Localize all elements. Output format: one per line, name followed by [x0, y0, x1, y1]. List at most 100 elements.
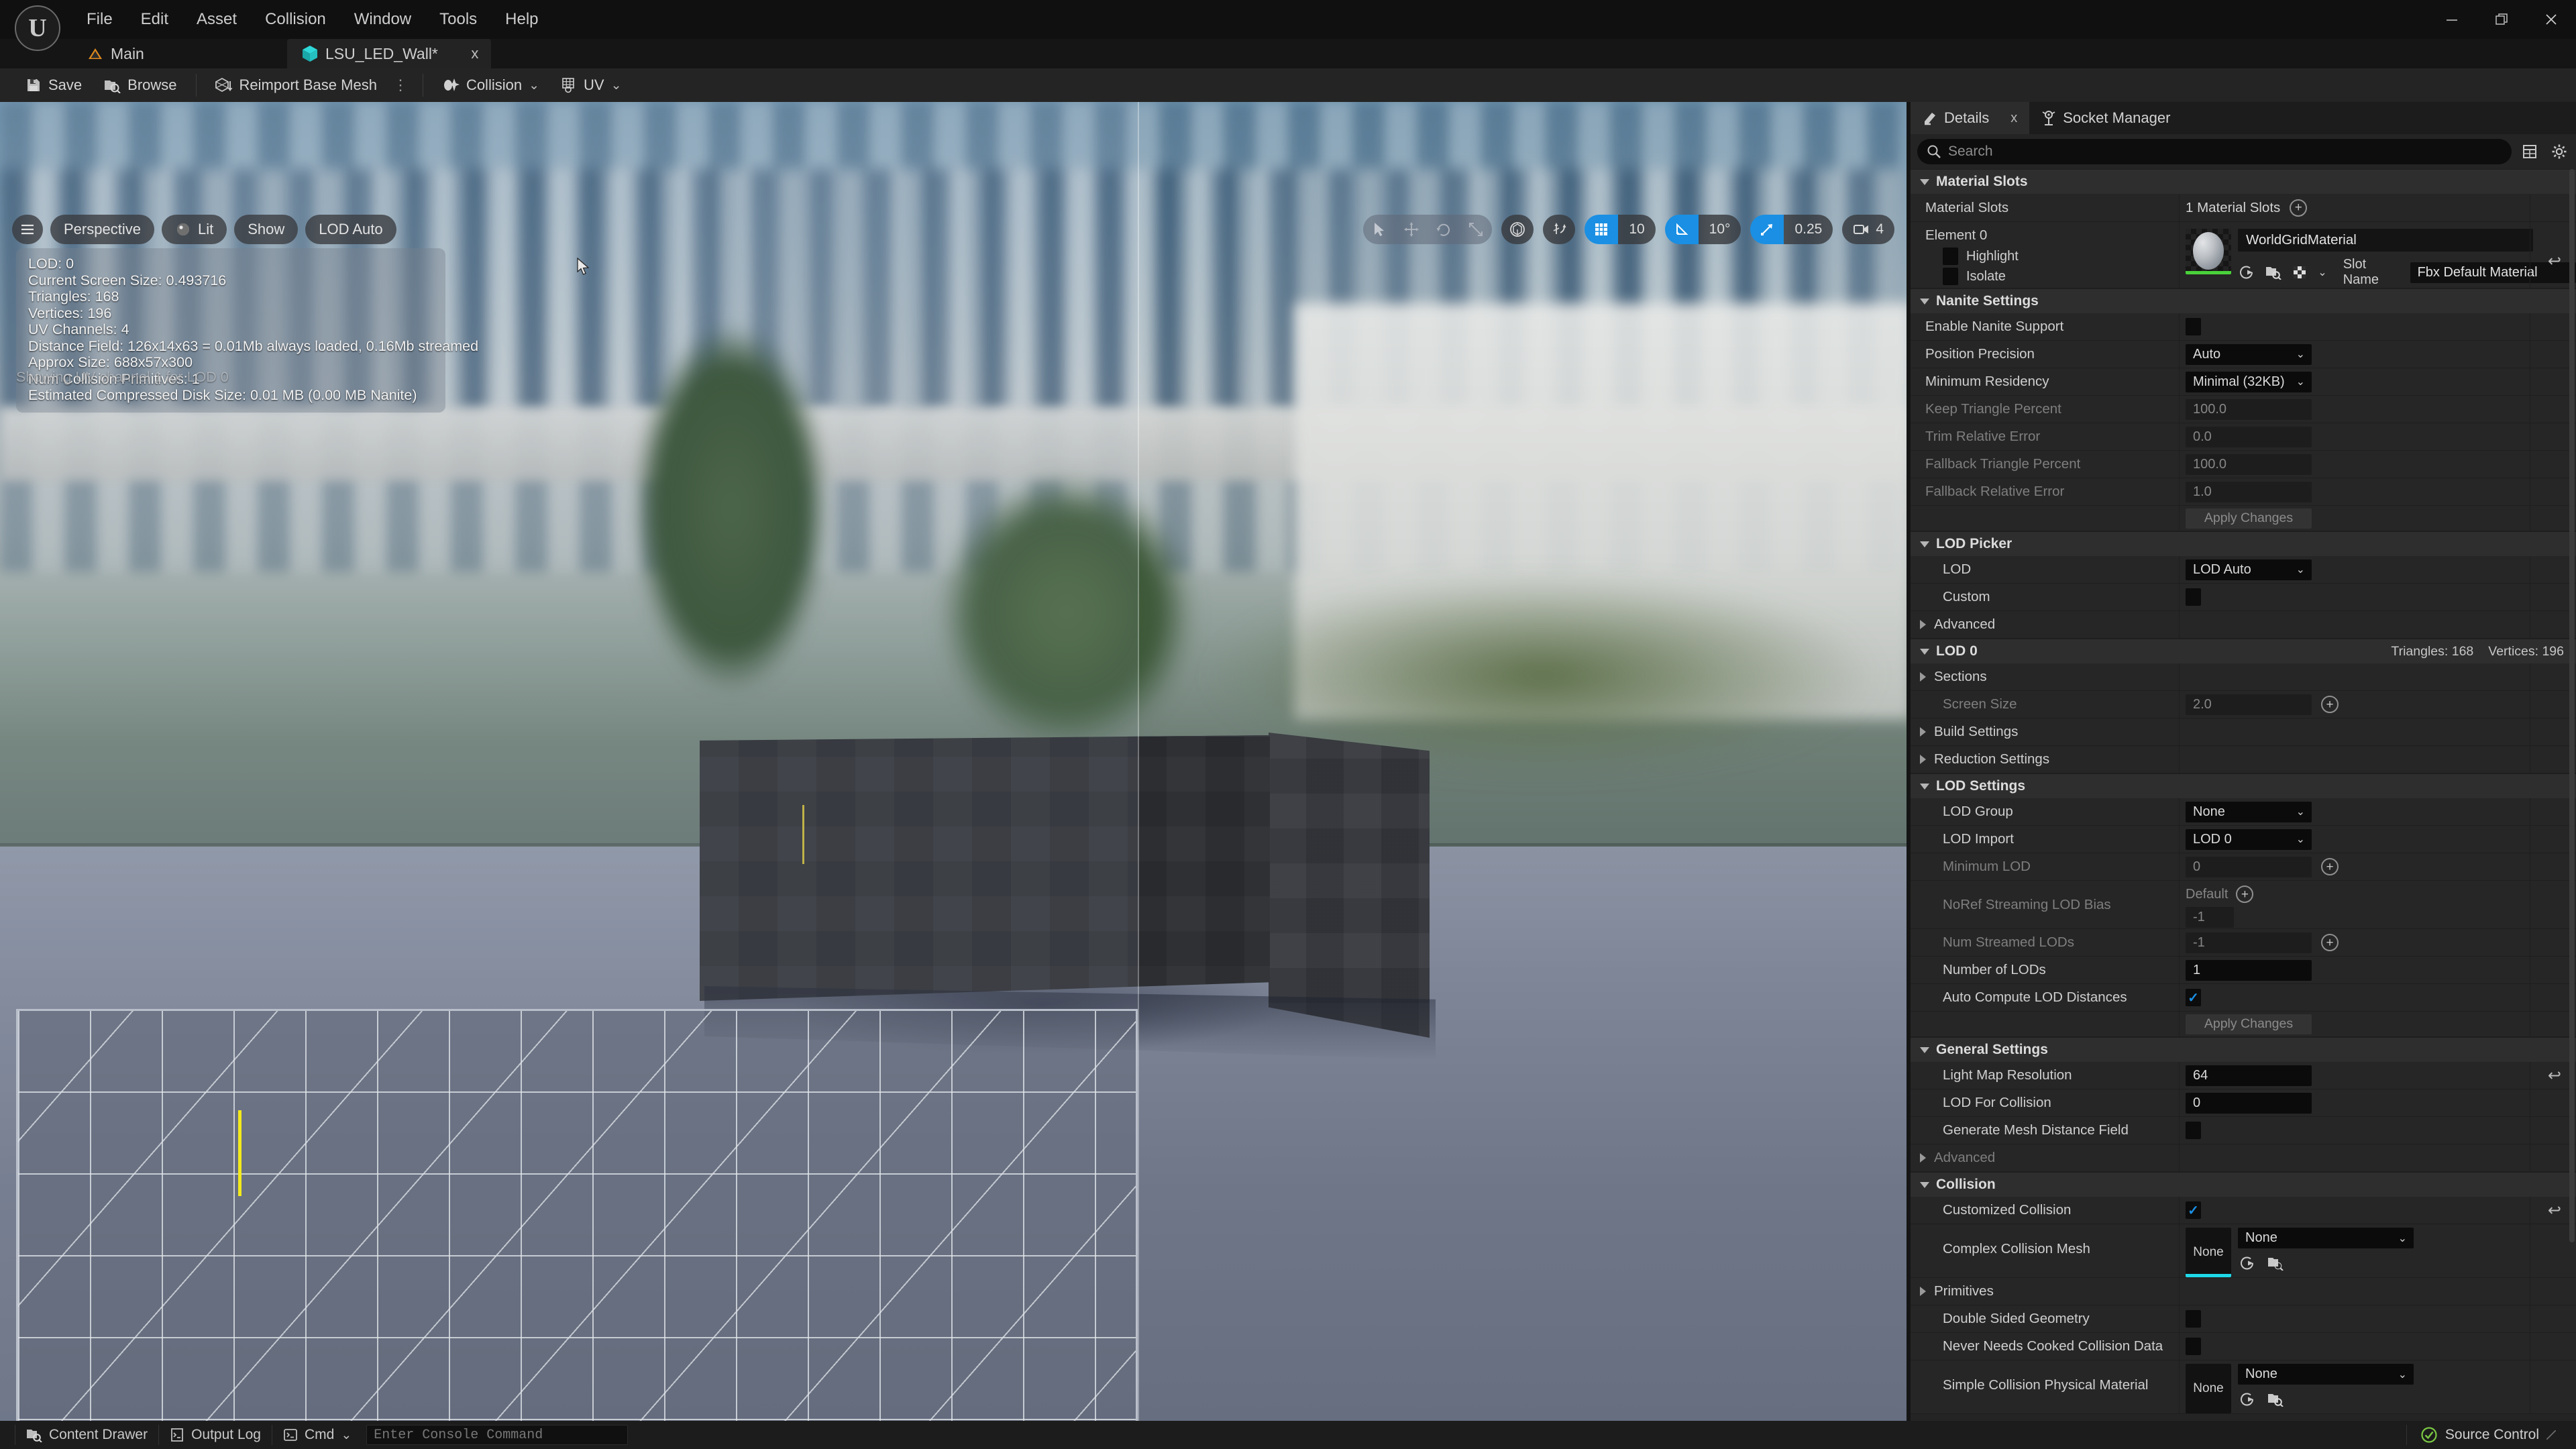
unreal-logo-icon[interactable]: U: [15, 5, 60, 51]
material-options-chevron-icon[interactable]: ⌄: [2318, 266, 2326, 279]
section-lod-picker[interactable]: LOD Picker: [1911, 531, 2576, 556]
num-streamed-lods-add-button[interactable]: +: [2321, 934, 2339, 951]
scale-snap-value[interactable]: 0.25: [1784, 215, 1833, 244]
reset-material-icon[interactable]: ↩: [2548, 252, 2561, 271]
menu-tools[interactable]: Tools: [425, 0, 491, 39]
cmd-mode-button[interactable]: Cmd ⌄: [272, 1421, 362, 1449]
uv-menu-button[interactable]: UV ⌄: [550, 68, 632, 102]
complex-collision-dropdown[interactable]: None ⌄: [2238, 1228, 2414, 1248]
menu-help[interactable]: Help: [491, 0, 552, 39]
reimport-overflow-button[interactable]: ⋮: [388, 76, 415, 94]
details-scroll-area[interactable]: Material Slots Material Slots 1 Material…: [1911, 169, 2576, 1421]
menu-file[interactable]: File: [72, 0, 127, 39]
section-collision[interactable]: Collision: [1911, 1172, 2576, 1197]
row-general-advanced[interactable]: Advanced: [1911, 1144, 2576, 1172]
minimum-lod-add-button[interactable]: +: [2321, 858, 2339, 875]
scale-snap-icon[interactable]: [1750, 215, 1784, 244]
position-precision-dropdown[interactable]: Auto ⌄: [2186, 343, 2312, 365]
search-input[interactable]: Search: [1917, 139, 2512, 164]
enable-nanite-support-checkbox[interactable]: [2186, 318, 2201, 335]
lod-import-dropdown[interactable]: LOD 0 ⌄: [2186, 828, 2312, 850]
output-log-button[interactable]: Output Log: [159, 1421, 272, 1449]
section-general-settings[interactable]: General Settings: [1911, 1037, 2576, 1062]
viewport-camera-mode-button[interactable]: Perspective: [50, 215, 154, 244]
console-command-input[interactable]: Enter Console Command: [366, 1425, 629, 1445]
minimum-residency-dropdown[interactable]: Minimal (32KB) ⌄: [2186, 371, 2312, 392]
tab-close-icon[interactable]: x: [466, 45, 484, 62]
select-arrow-icon[interactable]: [1363, 215, 1395, 244]
scale-snap-control[interactable]: 0.25: [1750, 215, 1833, 244]
lod-group-dropdown[interactable]: None ⌄: [2186, 801, 2312, 822]
material-name-field[interactable]: WorldGridMaterial: [2238, 229, 2533, 252]
reset-light-map-icon[interactable]: ↩: [2548, 1066, 2561, 1085]
section-nanite-settings[interactable]: Nanite Settings: [1911, 288, 2576, 313]
tab-lsu-led-wall[interactable]: LSU_LED_Wall* x: [287, 39, 491, 68]
material-thumbnail[interactable]: [2186, 229, 2231, 274]
browse-to-asset-icon[interactable]: [2266, 1390, 2285, 1409]
section-lod-settings[interactable]: LOD Settings: [1911, 773, 2576, 798]
camera-speed-control[interactable]: 4: [1842, 215, 1894, 244]
number-of-lods-field[interactable]: 1: [2186, 959, 2312, 981]
viewport-view-mode-button[interactable]: Lit: [161, 215, 227, 244]
angle-snap-value[interactable]: 10°: [1698, 215, 1741, 244]
browse-button[interactable]: Browse: [93, 68, 187, 102]
details-scrollbar[interactable]: [2569, 169, 2575, 1242]
row-sections[interactable]: Sections: [1911, 663, 2576, 691]
close-icon[interactable]: [2526, 0, 2576, 39]
tab-details-close-icon[interactable]: x: [2010, 111, 2017, 126]
reimport-base-mesh-button[interactable]: Reimport Base Mesh: [205, 68, 388, 102]
angle-snap-control[interactable]: 10°: [1664, 215, 1741, 244]
tab-main[interactable]: Main: [72, 39, 159, 68]
browse-to-asset-icon[interactable]: [2265, 263, 2282, 282]
noref-add-button[interactable]: +: [2236, 885, 2254, 903]
rotate-gizmo-icon[interactable]: [1428, 215, 1460, 244]
use-selected-asset-icon[interactable]: [2238, 1254, 2257, 1273]
content-drawer-button[interactable]: Content Drawer: [15, 1421, 158, 1449]
collision-menu-button[interactable]: Collision ⌄: [431, 68, 550, 102]
row-lod-advanced[interactable]: Advanced: [1911, 611, 2576, 639]
use-selected-asset-icon[interactable]: [2238, 263, 2255, 282]
customized-collision-checkbox[interactable]: ✓: [2186, 1201, 2201, 1219]
section-material-slots[interactable]: Material Slots: [1911, 169, 2576, 194]
custom-lod-checkbox[interactable]: [2186, 588, 2201, 606]
generate-mesh-distance-field-checkbox[interactable]: [2186, 1122, 2201, 1139]
row-primitives[interactable]: Primitives: [1911, 1278, 2576, 1305]
lod-dropdown[interactable]: LOD Auto ⌄: [2186, 559, 2312, 580]
isolate-checkbox[interactable]: [1943, 268, 1958, 285]
menu-window[interactable]: Window: [340, 0, 425, 39]
coord-space-icon[interactable]: [1501, 215, 1534, 244]
menu-edit[interactable]: Edit: [127, 0, 182, 39]
save-button[interactable]: Save: [15, 68, 93, 102]
tab-details[interactable]: Details x: [1911, 102, 2030, 134]
row-highlight[interactable]: Highlight: [1925, 246, 2179, 266]
lod-apply-changes-button[interactable]: Apply Changes: [2186, 1014, 2312, 1034]
viewport-lod-button[interactable]: LOD Auto: [305, 215, 396, 244]
complex-collision-thumbnail[interactable]: None: [2186, 1228, 2231, 1277]
maximize-restore-icon[interactable]: [2477, 0, 2526, 39]
grid-snap-icon[interactable]: [1585, 215, 1619, 244]
row-reduction-settings[interactable]: Reduction Settings: [1911, 746, 2576, 773]
nanite-apply-changes-button[interactable]: Apply Changes: [2186, 508, 2312, 529]
lod-for-collision-field[interactable]: 0: [2186, 1092, 2312, 1114]
viewport-options-menu-icon[interactable]: [12, 215, 43, 244]
use-selected-asset-icon[interactable]: [2238, 1390, 2257, 1409]
grid-snap-control[interactable]: 10: [1585, 215, 1656, 244]
section-lod-0[interactable]: LOD 0 Triangles: 168 Vertices: 196: [1911, 639, 2576, 663]
browse-to-asset-icon[interactable]: [2266, 1254, 2285, 1273]
row-isolate[interactable]: Isolate: [1925, 266, 2179, 286]
minimize-icon[interactable]: [2427, 0, 2477, 39]
move-gizmo-icon[interactable]: [1395, 215, 1428, 244]
surface-snap-icon[interactable]: [1543, 215, 1576, 244]
row-build-settings[interactable]: Build Settings: [1911, 718, 2576, 746]
scale-gizmo-icon[interactable]: [1460, 215, 1492, 244]
light-map-resolution-field[interactable]: 64: [2186, 1065, 2312, 1086]
add-material-slot-button[interactable]: +: [2290, 199, 2308, 217]
highlight-checkbox[interactable]: [1943, 248, 1958, 265]
screen-size-add-button[interactable]: +: [2321, 696, 2339, 713]
material-checker-icon[interactable]: [2292, 263, 2309, 282]
never-needs-cooked-collision-data-checkbox[interactable]: [2186, 1338, 2201, 1355]
simple-collision-thumbnail[interactable]: None: [2186, 1364, 2231, 1413]
column-settings-icon[interactable]: [2518, 139, 2541, 164]
reset-customized-collision-icon[interactable]: ↩: [2548, 1201, 2561, 1220]
tab-socket-manager[interactable]: Socket Manager: [2029, 102, 2182, 134]
